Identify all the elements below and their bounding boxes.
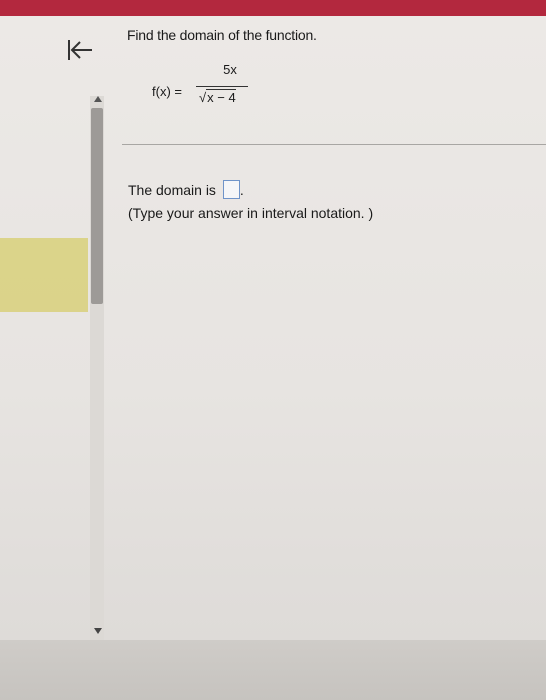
answer-input[interactable] (222, 180, 240, 199)
formula-denominator: √x − 4 (199, 89, 236, 105)
question-screen: Find the domain of the function. f(x) = … (0, 16, 546, 640)
top-bar (0, 0, 546, 16)
scroll-down-arrow-icon[interactable] (94, 628, 102, 634)
answer-line: The domain is . (128, 180, 244, 199)
question-text: Find the domain of the function. (127, 27, 317, 43)
radical-symbol: √ (199, 90, 207, 105)
formula-radicand: x − 4 (206, 89, 236, 105)
scrollbar-thumb[interactable] (91, 108, 103, 304)
left-panel (0, 16, 92, 640)
answer-period: . (239, 182, 244, 198)
answer-hint: (Type your answer in interval notation. … (128, 205, 374, 221)
bottom-strip (0, 640, 546, 700)
section-divider (122, 144, 546, 145)
first-page-icon[interactable] (62, 36, 98, 66)
answer-prompt: The domain is (128, 182, 216, 198)
formula-numerator: 5x (223, 62, 237, 77)
formula-lhs: f(x) = (152, 84, 182, 99)
fraction-bar (196, 86, 248, 87)
scroll-up-arrow-icon[interactable] (94, 96, 102, 102)
left-highlight (0, 238, 88, 312)
